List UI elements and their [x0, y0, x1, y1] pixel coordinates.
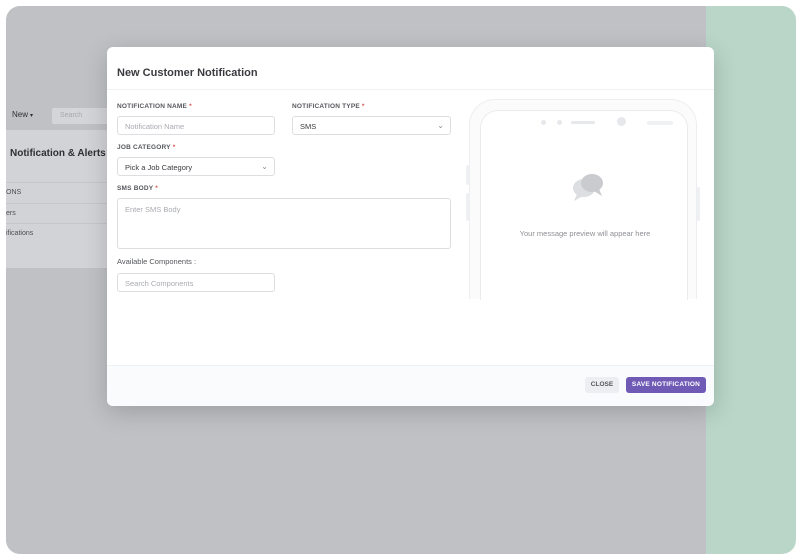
available-components-label: Available Components : [117, 257, 197, 266]
job-category-label: JOB CATEGORY * [117, 144, 176, 151]
close-button[interactable]: CLOSE [585, 377, 619, 393]
phone-camera [617, 117, 626, 126]
app-menu-item[interactable]: ers [6, 203, 116, 223]
new-button-label: New [12, 110, 29, 119]
new-button[interactable]: New ▾ [12, 110, 33, 119]
app-menu-item[interactable]: ONS [6, 182, 116, 202]
notification-name-label: NOTIFICATION NAME * [117, 103, 192, 110]
sms-body-label: SMS BODY * [117, 185, 159, 192]
chat-bubbles-icon [569, 171, 607, 205]
phone-notch [533, 115, 637, 129]
notification-type-select[interactable]: SMS ⌄ [292, 116, 451, 135]
job-category-select[interactable]: Pick a Job Category ⌄ [117, 157, 275, 176]
preview-placeholder-text: Your message preview will appear here [519, 229, 651, 238]
modal-footer [107, 365, 714, 406]
phone-sensor [557, 120, 562, 125]
screenshot-frame: New ▾ Search Notification & Alerts ONS er… [6, 6, 796, 554]
app-menu-item[interactable]: ifications [6, 223, 116, 243]
notification-name-input[interactable]: Notification Name [117, 116, 275, 135]
phone-preview: Your message preview will appear here [469, 99, 697, 300]
phone-side-button [697, 187, 700, 221]
page-title: Notification & Alerts [10, 148, 106, 159]
caret-down-icon: ▾ [30, 113, 34, 119]
modal-divider [107, 89, 714, 90]
notification-type-value: SMS [300, 122, 317, 131]
phone-status-bar [647, 121, 673, 125]
phone-screen: Your message preview will appear here [480, 110, 688, 300]
new-notification-modal: New Customer Notification NOTIFICATION N… [107, 47, 714, 406]
search-components-input[interactable]: Search Components [117, 273, 275, 292]
chevron-down-icon: ⌄ [437, 121, 444, 130]
job-category-value: Pick a Job Category [125, 163, 193, 172]
modal-title: New Customer Notification [117, 67, 258, 79]
phone-sensor [541, 120, 546, 125]
sms-body-textarea[interactable]: Enter SMS Body [117, 198, 451, 249]
phone-speaker [571, 121, 595, 124]
save-notification-button[interactable]: SAVE NOTIFICATION [626, 377, 706, 393]
notification-type-label: NOTIFICATION TYPE * [292, 103, 365, 110]
chevron-down-icon: ⌄ [261, 162, 268, 171]
